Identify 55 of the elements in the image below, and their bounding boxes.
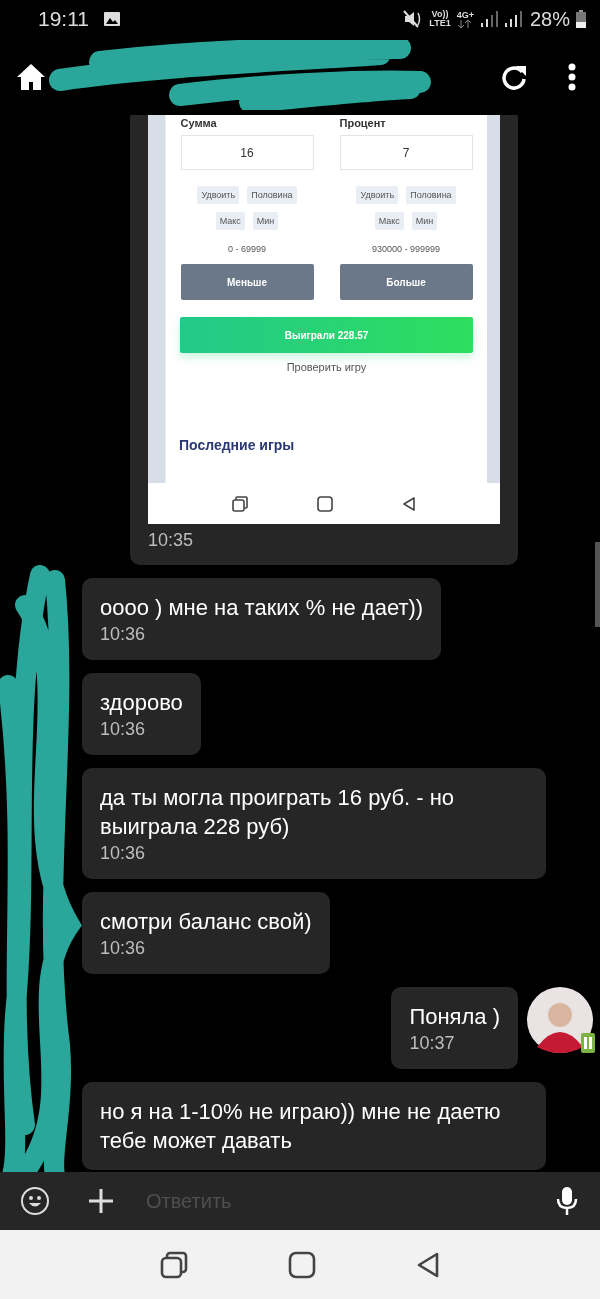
message-text: Поняла ) bbox=[409, 1003, 500, 1031]
message-text: смотри баланс свой) bbox=[100, 908, 312, 936]
chip-button: Макс bbox=[374, 212, 404, 230]
chip-button: Половина bbox=[406, 186, 456, 204]
back-icon[interactable] bbox=[416, 1250, 440, 1279]
chip-button: Удвоить bbox=[356, 186, 399, 204]
signal-icon bbox=[503, 11, 522, 27]
message-text: но я на 1-10% не играю)) мне не даетю тебе может давать bbox=[100, 1098, 502, 1155]
battery-level: 28% bbox=[529, 7, 570, 31]
message-time: 10:36 bbox=[100, 843, 147, 864]
chip-button: Удвоить bbox=[197, 186, 240, 204]
recents-icon[interactable] bbox=[160, 1250, 188, 1279]
signal-icon bbox=[479, 11, 498, 27]
emoji-icon[interactable] bbox=[20, 1186, 50, 1216]
home-icon[interactable] bbox=[288, 1250, 316, 1279]
message-time: 10:35 bbox=[148, 530, 195, 551]
field-label: Сумма bbox=[180, 117, 217, 129]
recents-icon bbox=[232, 495, 249, 512]
data-arrows-icon bbox=[458, 19, 473, 28]
home-icon[interactable] bbox=[16, 62, 46, 91]
field-label: Процент bbox=[339, 117, 386, 129]
lte-label: LTE1 bbox=[429, 19, 451, 28]
message-time: 10:36 bbox=[100, 624, 147, 645]
message-text: да ты могла проиграть 16 руб. - но выиграла 228 руб) bbox=[100, 784, 456, 841]
add-icon[interactable] bbox=[88, 1188, 114, 1214]
home-icon bbox=[317, 495, 333, 512]
range-text: 0 - 69999 bbox=[228, 244, 266, 254]
message-text: оооо ) мне на таких % не дает)) bbox=[100, 594, 424, 622]
network-label: 4G+ bbox=[456, 10, 474, 20]
screenshot-image[interactable]: Сумма 16 Удвоить Половина Макс Мин 0 - 69999 Меньше Процент 7 Удвоить Половина Макс Мин 930000 - 999999 Больше Выиграли 228.57 Проверить игру Последние игры bbox=[148, 115, 500, 524]
avatar bbox=[527, 987, 593, 1053]
chip-button: Половина bbox=[247, 186, 297, 204]
input-field: 16 bbox=[180, 135, 314, 170]
message-time: 10:36 bbox=[100, 938, 147, 959]
chip-button: Мин bbox=[252, 212, 279, 230]
result-button: Выиграли 228.57 bbox=[180, 317, 473, 353]
bet-button: Больше bbox=[339, 264, 473, 300]
image-icon bbox=[103, 11, 121, 27]
volte-label: Vo)) bbox=[431, 10, 449, 19]
chip-button: Мин bbox=[411, 212, 438, 230]
more-options-icon[interactable] bbox=[568, 62, 576, 91]
input-field: 7 bbox=[339, 135, 473, 170]
range-text: 930000 - 999999 bbox=[371, 244, 441, 254]
bet-button: Меньше bbox=[180, 264, 314, 300]
chip-button: Макс bbox=[215, 212, 245, 230]
section-title: Последние игры bbox=[179, 437, 295, 453]
message-time: 10:36 bbox=[100, 719, 147, 740]
back-icon bbox=[401, 495, 416, 512]
badge-icon bbox=[581, 1033, 595, 1053]
message-text: здорово bbox=[100, 689, 183, 717]
check-game-link: Проверить игру bbox=[286, 361, 367, 373]
status-time: 19:11 bbox=[38, 7, 89, 31]
battery-icon bbox=[576, 10, 586, 28]
microphone-icon[interactable] bbox=[556, 1186, 578, 1216]
message-time: 10:37 bbox=[409, 1033, 456, 1054]
